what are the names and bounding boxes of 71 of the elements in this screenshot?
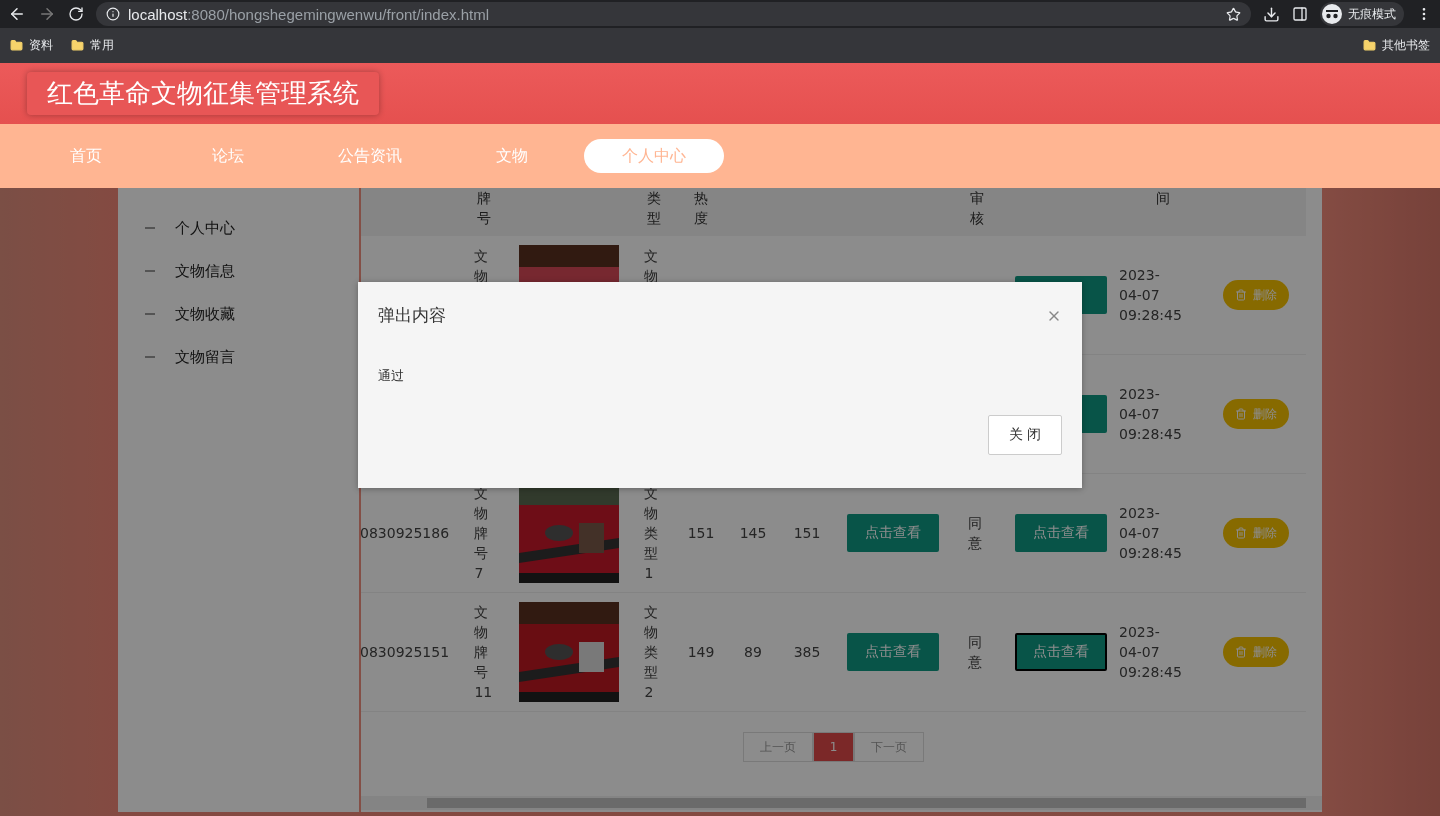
- dash-icon: [145, 356, 155, 358]
- sidebar-item[interactable]: 文物收藏: [175, 304, 235, 324]
- view-button[interactable]: 点击查看: [1014, 514, 1107, 552]
- table-cell: 89: [744, 644, 762, 660]
- table-cell-text: 2023- 04-07 09:28:45: [1119, 266, 1182, 325]
- sidebar-item[interactable]: 文物留言: [175, 347, 235, 367]
- delete-button[interactable]: 删除: [1223, 637, 1289, 667]
- table-cell-text: 2023- 04-07 09:28:45: [1119, 385, 1182, 444]
- back-icon[interactable]: [8, 5, 26, 23]
- sidebar-item[interactable]: 文物信息: [175, 261, 235, 281]
- table-cell-text: 2023- 04-07 09:28:45: [1119, 504, 1182, 563]
- folder-icon: [1363, 39, 1376, 52]
- table-cell-text: 同意: [967, 633, 983, 672]
- bookmark[interactable]: 资料: [10, 37, 53, 54]
- page-button[interactable]: 1: [812, 732, 855, 762]
- close-button[interactable]: 关 闭: [988, 415, 1062, 455]
- view-button[interactable]: 点击查看: [847, 514, 939, 552]
- nav-tab[interactable]: 公告资讯: [300, 139, 440, 173]
- view-button[interactable]: 点击查看: [847, 633, 939, 671]
- table-cell-text: 同意: [967, 514, 983, 553]
- view-button[interactable]: 点击查看: [1014, 633, 1107, 671]
- nav-tab[interactable]: 论坛: [158, 139, 298, 173]
- folder-icon: [10, 39, 23, 52]
- info-icon: [106, 7, 120, 21]
- folder-icon: [71, 39, 84, 52]
- column-header: 热度: [694, 189, 708, 228]
- sidebar-item[interactable]: 个人中心: [175, 218, 235, 238]
- incognito-icon: [1322, 4, 1342, 24]
- url-text: localhost:8080/hongshegemingwenwu/front/index.html: [128, 5, 490, 23]
- table-cell: 151: [793, 525, 821, 541]
- table-cell-text: 文物: [474, 247, 490, 286]
- trash-icon: [1235, 646, 1247, 658]
- table-cell: 0830925186: [361, 525, 450, 541]
- table-cell: 151: [687, 525, 715, 541]
- column-header: 牌号: [476, 189, 491, 228]
- table-cell: 0830925151: [361, 644, 450, 660]
- table-cell: 149: [687, 644, 715, 660]
- horizontal-scrollbar[interactable]: [361, 796, 1322, 810]
- site-title: 红色革命文物征集管理系统: [27, 72, 379, 115]
- table-cell-text: 文物牌号11: [474, 603, 493, 702]
- delete-button[interactable]: 删除: [1223, 518, 1289, 548]
- dialog-content: 通过: [377, 367, 405, 385]
- nav-tab[interactable]: 首页: [16, 139, 156, 173]
- nav-tab[interactable]: 个人中心: [584, 139, 724, 173]
- reload-icon[interactable]: [68, 6, 84, 22]
- dialog-title: 弹出内容: [378, 304, 446, 327]
- column-header: 审核: [970, 189, 984, 228]
- other-bookmarks[interactable]: 其他书签: [1363, 37, 1430, 54]
- table-cell-text: 文物: [644, 247, 660, 286]
- forward-icon[interactable]: [38, 5, 56, 23]
- delete-button[interactable]: 删除: [1223, 280, 1289, 310]
- dash-icon: [145, 227, 155, 229]
- trash-icon: [1235, 408, 1247, 420]
- profile-button[interactable]: 无痕模式: [1320, 2, 1404, 26]
- column-header: 间: [1156, 189, 1170, 208]
- table-cell: 385: [793, 644, 821, 660]
- table-cell-text: 文物类型2: [644, 603, 660, 702]
- delete-button[interactable]: 删除: [1223, 399, 1289, 429]
- bookmark[interactable]: 常用: [71, 37, 114, 54]
- nav-tab[interactable]: 文物: [442, 139, 582, 173]
- column-header: 类型: [646, 189, 661, 228]
- star-icon[interactable]: [1226, 6, 1241, 22]
- download-icon[interactable]: [1263, 5, 1280, 23]
- table-cell: 145: [739, 525, 767, 541]
- dash-icon: [145, 270, 155, 272]
- side-panel-icon[interactable]: [1292, 6, 1308, 22]
- trash-icon: [1235, 289, 1247, 301]
- dash-icon: [145, 313, 155, 315]
- address-bar[interactable]: localhost:8080/hongshegemingwenwu/front/index.html: [96, 2, 1251, 26]
- table-cell-text: 2023- 04-07 09:28:45: [1119, 623, 1182, 682]
- trash-icon: [1235, 527, 1247, 539]
